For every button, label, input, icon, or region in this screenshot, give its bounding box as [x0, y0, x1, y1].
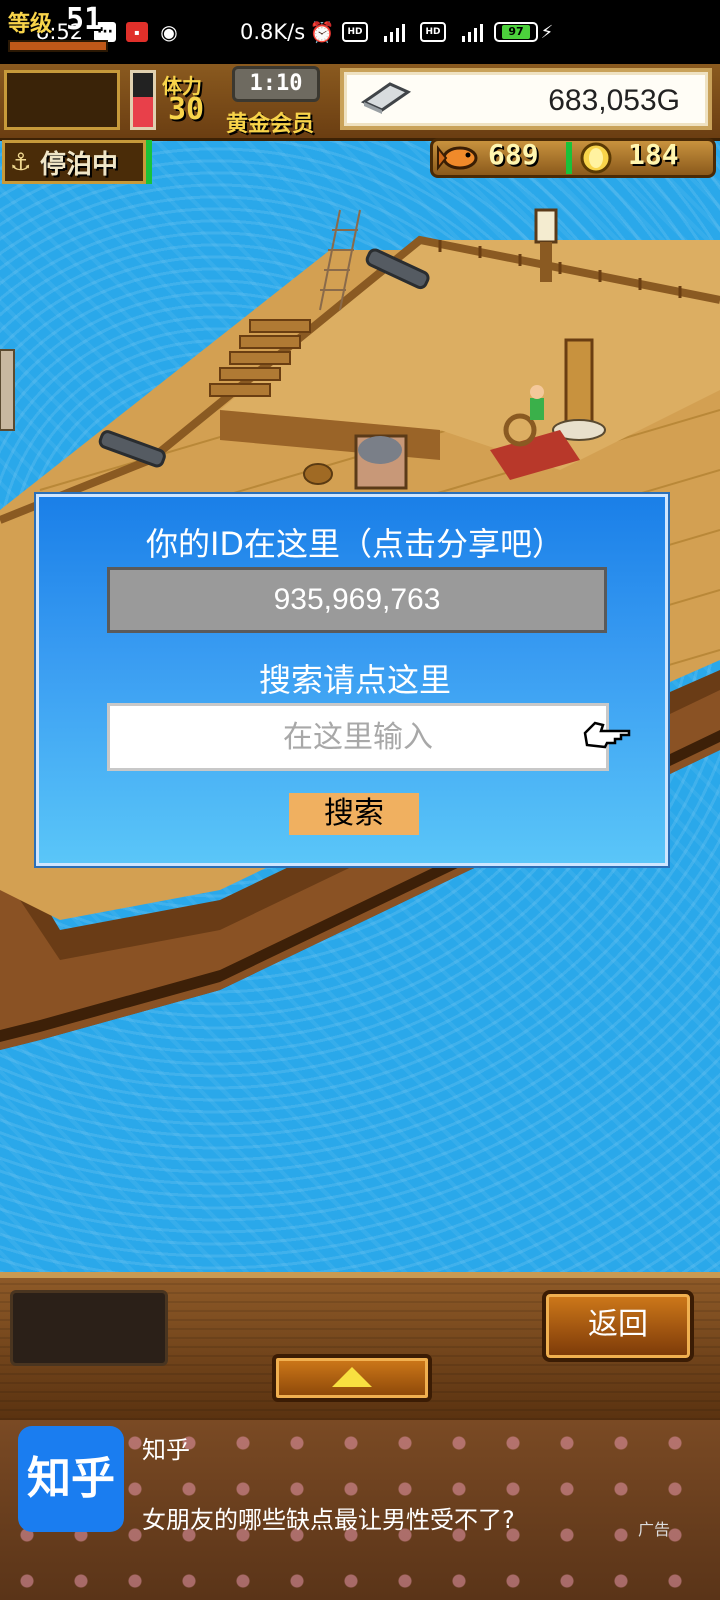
ad-label: 广告	[638, 1520, 671, 1539]
status-bar: 8:52 ··· ▪ ◉ 0.8K/s ⏰ HD HD 97 ⚡	[0, 0, 720, 64]
dock-status-indicator	[146, 140, 152, 184]
alarm-icon: ⏰	[309, 20, 335, 44]
expand-menu-button[interactable]	[272, 1354, 432, 1402]
fish-count: 689	[488, 138, 539, 171]
dock-status-label: 停泊中	[40, 150, 119, 180]
charging-icon: ⚡	[540, 21, 554, 43]
zhihu-logo[interactable]: 知乎	[18, 1426, 124, 1532]
up-arrow-icon	[332, 1367, 372, 1387]
stamina-value: 30	[168, 92, 205, 127]
globe-icon: ◉	[160, 20, 178, 44]
level-panel[interactable]	[4, 70, 120, 130]
game-screen: 8:52 ··· ▪ ◉ 0.8K/s ⏰ HD HD 97 ⚡ 等级 51 体…	[0, 0, 720, 1600]
fish-icon	[437, 145, 478, 171]
medal-coin-icon	[580, 142, 612, 174]
ad-source: 知乎	[142, 1436, 190, 1464]
hd-icon: HD	[342, 22, 368, 42]
pointer-hand-icon	[583, 721, 631, 749]
level-value: 51	[66, 2, 103, 37]
resource-divider	[566, 142, 572, 174]
experience-bar	[8, 40, 108, 52]
battery-level: 97	[502, 25, 530, 39]
signal-icon-2	[448, 22, 492, 42]
gold-amount: 683,053G	[548, 84, 680, 117]
network-speed: 0.8K/s	[240, 20, 306, 44]
search-hint: 搜索请点这里	[258, 661, 451, 699]
stamina-gauge	[130, 70, 156, 130]
level-label: 等级	[8, 12, 53, 37]
empty-menu-slot	[10, 1290, 168, 1366]
stamina-fill	[133, 97, 153, 127]
silver-ingot-icon	[360, 82, 412, 114]
signal-icon-1	[370, 22, 414, 42]
friend-id-dialog: 你的ID在这里（点击分享吧） 935,969,763 搜索请点这里 搜索	[36, 494, 668, 866]
membership-label[interactable]: 黄金会员	[226, 106, 314, 138]
search-button[interactable]: 搜索	[289, 793, 419, 835]
anchor-icon: ⚓	[10, 148, 32, 176]
player-id-field[interactable]: 935,969,763	[107, 567, 607, 633]
dialog-title[interactable]: 你的ID在这里（点击分享吧）	[39, 519, 671, 565]
coin-count: 184	[628, 138, 679, 171]
app-notification-icon: ▪	[126, 22, 148, 42]
battery-icon: 97	[494, 22, 538, 42]
stamina-timer: 1:10	[232, 66, 320, 102]
back-button[interactable]: 返回	[542, 1290, 694, 1362]
hd-icon-2: HD	[420, 22, 446, 42]
search-id-input[interactable]	[107, 703, 609, 771]
ad-headline[interactable]: 女朋友的哪些缺点最让男性受不了?	[142, 1500, 515, 1535]
